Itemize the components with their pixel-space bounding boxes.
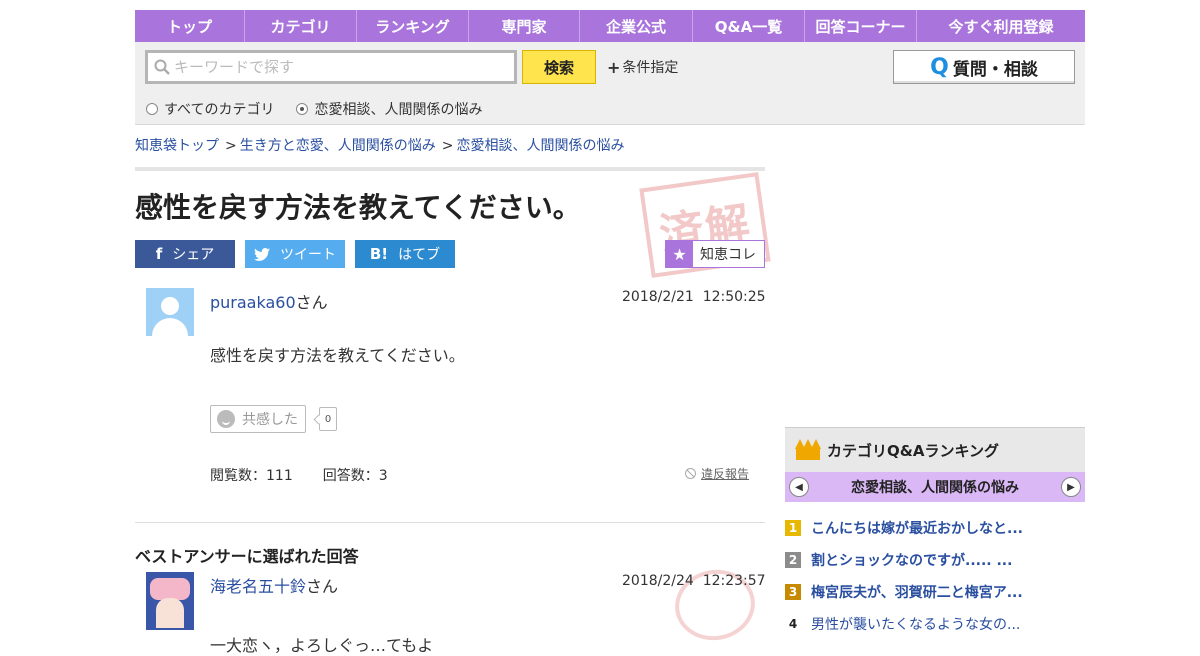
ask-question-label: 質問・相談 <box>952 59 1038 80</box>
ranking-list: 1 こんにちは嫁が最近おかしなと... 2 割とショックなのですが..... .… <box>785 512 1085 640</box>
search-input[interactable] <box>174 58 494 76</box>
ranking-header: カテゴリQ&Aランキング <box>785 427 1085 472</box>
question-date-day: 2018/2/21 <box>622 289 694 305</box>
answer-author: 海老名五十鈴さん <box>210 573 338 597</box>
page: トップ カテゴリ ランキング 専門家 企業公式 Q&A一覧 回答コーナー 今すぐ… <box>135 10 1085 655</box>
nav-qa-list[interactable]: Q&A一覧 <box>693 10 805 42</box>
breadcrumb: 知恵袋トップ > 生き方と恋愛、人間関係の悩み > 恋愛相談、人間関係の悩み <box>135 135 624 155</box>
nav-category[interactable]: カテゴリ <box>245 10 357 42</box>
ranking-title: カテゴリQ&Aランキング <box>827 441 999 460</box>
facebook-share-button[interactable]: f シェア <box>135 240 235 268</box>
twitter-icon <box>254 247 270 261</box>
rank-badge: 1 <box>785 520 801 536</box>
top-nav: トップ カテゴリ ランキング 専門家 企業公式 Q&A一覧 回答コーナー 今すぐ… <box>135 10 1085 42</box>
question-date: 2018/2/21 12:50:25 <box>622 289 766 305</box>
search-band: 検索 + 条件指定 Q 質問・相談 すべてのカテゴリ 恋愛相談、人間関係の悩み <box>135 42 1085 125</box>
ranking-link[interactable]: こんにちは嫁が最近おかしなと... <box>811 518 1023 538</box>
star-icon: ★ <box>666 241 693 267</box>
question-body: 感性を戻す方法を教えてください。 <box>210 346 465 365</box>
answer-date-time: 12:23:57 <box>702 573 766 589</box>
nav-ranking[interactable]: ランキング <box>357 10 469 42</box>
twitter-share-label: ツイート <box>280 247 336 263</box>
empathize-label: 共感した <box>242 412 298 428</box>
radio-current-label: 恋愛相談、人間関係の悩み <box>314 102 483 118</box>
breadcrumb-top[interactable]: 知恵袋トップ <box>135 138 219 154</box>
answer-date-day: 2018/2/24 <box>622 573 694 589</box>
nav-top[interactable]: トップ <box>135 10 245 42</box>
hatena-bookmark-label: はてブ <box>398 247 441 263</box>
twitter-share-button[interactable]: ツイート <box>245 240 345 268</box>
hatena-icon: B! <box>369 245 389 263</box>
answer-date: 2018/2/24 12:23:57 <box>622 573 766 589</box>
honorific: さん <box>295 293 328 312</box>
breadcrumb-sep: > <box>441 138 454 154</box>
plus-icon: + <box>607 57 621 77</box>
empathize-button[interactable]: 共感した <box>210 405 306 433</box>
breadcrumb-level1[interactable]: 生き方と恋愛、人間関係の悩み <box>240 138 436 154</box>
nav-official[interactable]: 企業公式 <box>580 10 693 42</box>
category-ranking: カテゴリQ&Aランキング ◀ 恋愛相談、人間関係の悩み ▶ 1 こんにちは嫁が最… <box>785 427 1085 640</box>
radio-all-categories[interactable] <box>146 103 158 115</box>
ranking-item[interactable]: 4 男性が襲いたくなるような女の... <box>785 608 1085 640</box>
search-button[interactable]: 検索 <box>522 50 596 84</box>
question-title: 感性を戻す方法を教えてください。 <box>135 191 581 224</box>
ranking-link[interactable]: 割とショックなのですが..... ... <box>811 550 1012 570</box>
radio-current-category[interactable] <box>296 103 309 115</box>
ranking-link[interactable]: 男性が襲いたくなるような女の... <box>811 614 1020 634</box>
answer-body: 一大恋ヽ，よろしぐっ…てもよ <box>210 636 434 655</box>
chiecolle-label: 知恵コレ <box>700 247 756 263</box>
prev-arrow-icon[interactable]: ◀ <box>789 477 809 497</box>
ranking-link[interactable]: 梅宮辰夫が、羽賀研二と梅宮ア... <box>811 582 1023 602</box>
question-author: puraaka60さん <box>210 289 328 313</box>
question-stats: 閲覧数：111 回答数：3 <box>210 465 418 485</box>
question-author-link[interactable]: puraaka60 <box>210 293 296 312</box>
ranking-item[interactable]: 2 割とショックなのですが..... ... <box>785 544 1085 576</box>
facebook-share-label: シェア <box>172 247 215 263</box>
ranking-item[interactable]: 1 こんにちは嫁が最近おかしなと... <box>785 512 1085 544</box>
breadcrumb-sep: > <box>225 138 237 154</box>
view-count: 閲覧数：111 <box>210 468 293 484</box>
divider <box>135 167 765 171</box>
rank-badge: 3 <box>785 584 801 600</box>
condition-link[interactable]: + 条件指定 <box>607 57 678 77</box>
nav-answer-corner[interactable]: 回答コーナー <box>805 10 917 42</box>
ranking-category: 恋愛相談、人間関係の悩み <box>851 480 1019 496</box>
crown-icon <box>795 439 821 461</box>
ask-question-button[interactable]: Q 質問・相談 <box>893 50 1075 84</box>
best-answer-heading: ベストアンサーに選ばれた回答 <box>135 547 359 566</box>
next-arrow-icon[interactable]: ▶ <box>1061 477 1081 497</box>
ranking-category-switcher: ◀ 恋愛相談、人間関係の悩み ▶ <box>785 472 1085 502</box>
rank-badge: 2 <box>785 552 801 568</box>
smile-icon <box>217 410 235 428</box>
search-box <box>145 50 517 84</box>
report-label: 違反報告 <box>701 467 750 481</box>
hatena-bookmark-button[interactable]: B! はてブ <box>355 240 455 268</box>
ranking-item[interactable]: 3 梅宮辰夫が、羽賀研二と梅宮ア... <box>785 576 1085 608</box>
q-icon: Q <box>930 54 949 80</box>
answerer-avatar[interactable] <box>146 572 194 630</box>
search-icon <box>154 59 170 75</box>
honorific: さん <box>306 577 339 596</box>
nav-register[interactable]: 今すぐ利用登録 <box>917 10 1085 42</box>
search-scope: すべてのカテゴリ 恋愛相談、人間関係の悩み <box>146 99 504 119</box>
share-buttons: f シェア ツイート B! はてブ <box>135 240 465 268</box>
chiecolle-button[interactable]: ★ 知恵コレ <box>665 240 765 268</box>
question-date-time: 12:50:25 <box>702 289 766 305</box>
answer-author-link[interactable]: 海老名五十鈴 <box>210 577 306 596</box>
radio-all-label: すべてのカテゴリ <box>164 102 275 118</box>
ban-icon <box>685 468 696 479</box>
nav-experts[interactable]: 専門家 <box>469 10 580 42</box>
empathize-count: 0 <box>319 407 337 431</box>
breadcrumb-level2[interactable]: 恋愛相談、人間関係の悩み <box>456 138 624 154</box>
facebook-icon: f <box>155 245 163 263</box>
divider <box>135 522 765 523</box>
condition-label: 条件指定 <box>622 60 679 76</box>
avatar[interactable] <box>146 288 194 336</box>
answer-count: 回答数：3 <box>322 468 388 484</box>
report-link[interactable]: 違反報告 <box>685 465 749 482</box>
